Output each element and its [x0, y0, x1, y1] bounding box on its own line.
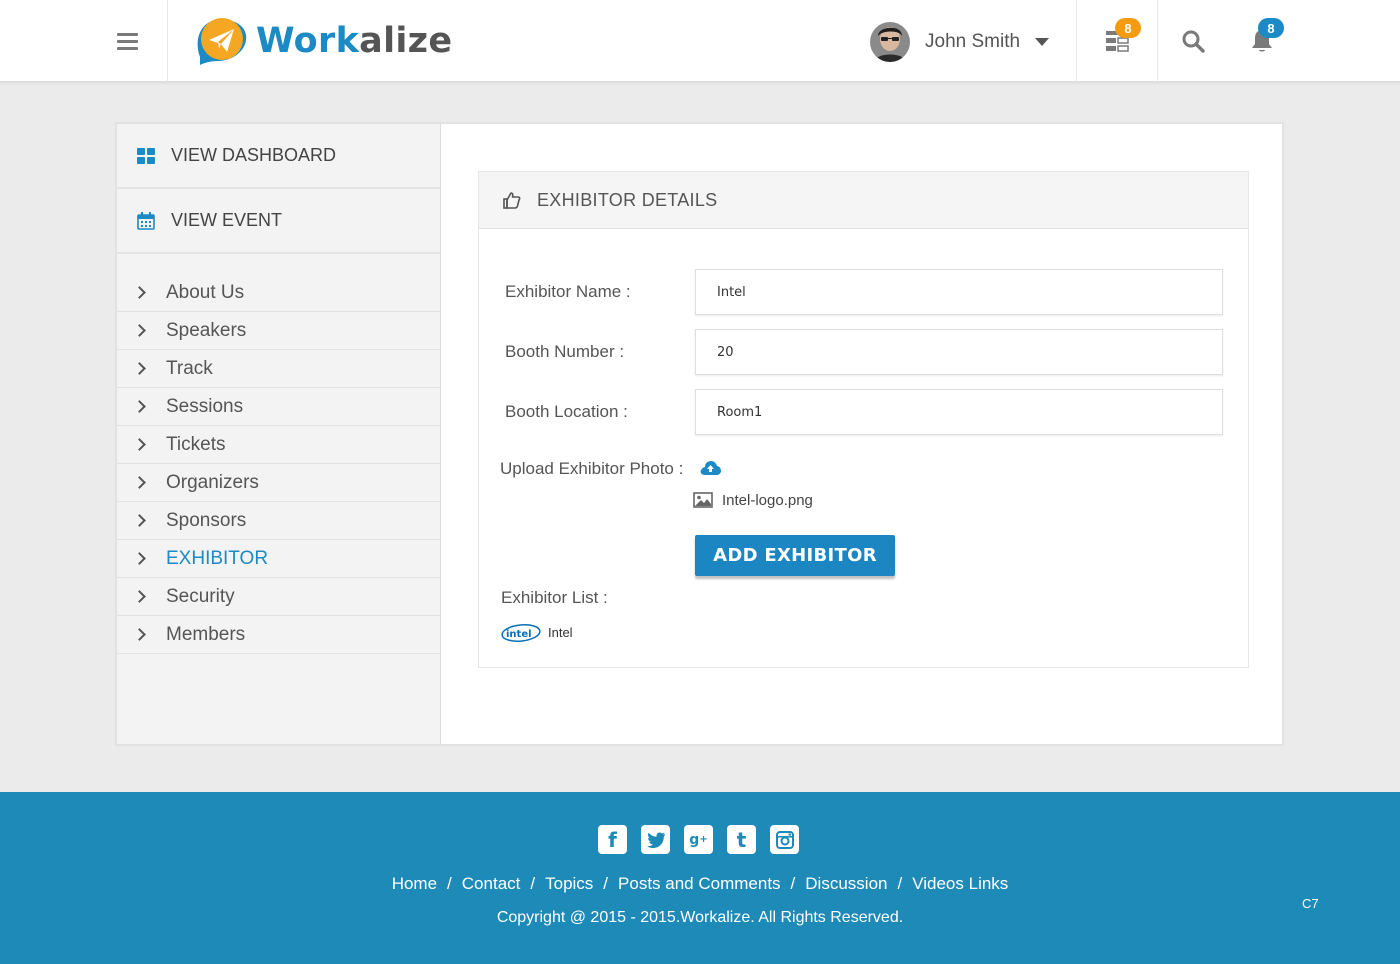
sidebar: VIEW DASHBOARD VIEW EVENT About Us Speak…	[117, 124, 441, 744]
chevron-right-icon	[133, 324, 146, 337]
sidebar-item-organizers[interactable]: Organizers	[117, 464, 440, 502]
menu-toggle-button[interactable]	[88, 0, 168, 82]
chevron-right-icon	[133, 628, 146, 641]
list-item[interactable]: intel Intel	[501, 622, 573, 642]
paper-plane-logo-icon	[194, 17, 250, 65]
chevron-right-icon	[133, 438, 146, 451]
tumblr-icon[interactable]: t	[727, 825, 756, 854]
sidebar-item-label: About Us	[166, 281, 245, 303]
sidebar-item-label: Security	[166, 585, 235, 607]
social-links: f g + t	[598, 825, 813, 854]
panel-header: EXHIBITOR DETAILS	[479, 172, 1248, 229]
calendar-icon	[137, 211, 155, 230]
copyright-text: Copyright @ 2015 - 2015.Workalize. All R…	[496, 909, 904, 926]
booth-number-input[interactable]	[695, 329, 1223, 375]
top-header: Workalize John Smith 8 8	[0, 0, 1400, 82]
sidebar-item-label: Sponsors	[166, 509, 247, 531]
footer-links: Home / Contact / Topics / Posts and Comments / D…	[391, 874, 1009, 893]
user-name: John Smith	[925, 31, 1021, 52]
footer-link-contact[interactable]: Contact	[462, 874, 521, 893]
sidebar-item-track[interactable]: Track	[117, 350, 440, 388]
notifications-badge: 8	[1258, 18, 1284, 38]
sidebar-item-label: Members	[166, 623, 246, 645]
sidebar-item-label: EXHIBITOR	[166, 547, 269, 569]
sidebar-view-event-label: VIEW EVENT	[171, 210, 283, 230]
sidebar-item-tickets[interactable]: Tickets	[117, 426, 440, 464]
sidebar-item-security[interactable]: Security	[117, 578, 440, 616]
sidebar-item-label: Sessions	[166, 395, 244, 417]
exhibitor-name-label: Exhibitor Name :	[505, 282, 631, 301]
footer-link-home[interactable]: Home	[392, 874, 437, 893]
notifications-button[interactable]: 8	[1227, 0, 1297, 82]
version-label: C7	[1302, 896, 1319, 911]
chevron-right-icon	[133, 590, 146, 603]
facebook-icon[interactable]: f	[598, 825, 627, 854]
image-file-icon	[693, 492, 713, 508]
footer-link-discussion[interactable]: Discussion	[805, 874, 887, 893]
google-plus-icon[interactable]: g +	[684, 825, 713, 854]
chevron-right-icon	[133, 514, 146, 527]
dashboard-icon	[137, 147, 155, 164]
sidebar-item-speakers[interactable]: Speakers	[117, 312, 440, 350]
cloud-upload-icon[interactable]	[700, 460, 721, 476]
sidebar-nav-list: About Us Speakers Track Sessions Tickets…	[117, 274, 440, 654]
sidebar-item-exhibitor[interactable]: EXHIBITOR	[117, 540, 440, 578]
footer-link-posts-and-comments[interactable]: Posts and Comments	[618, 874, 781, 893]
tasks-badge: 8	[1115, 18, 1141, 38]
intel-logo-icon: intel	[501, 624, 541, 642]
uploaded-file-name: Intel-logo.png	[722, 492, 813, 509]
chevron-right-icon	[133, 286, 146, 299]
avatar	[870, 22, 910, 62]
logo-text: Workalize	[256, 21, 453, 61]
chevron-right-icon	[133, 400, 146, 413]
user-menu[interactable]: John Smith	[870, 22, 1050, 62]
sidebar-item-label: Tickets	[166, 433, 226, 455]
footer-link-topics[interactable]: Topics	[545, 874, 593, 893]
sidebar-item-label: Organizers	[166, 471, 259, 493]
sidebar-item-sponsors[interactable]: Sponsors	[117, 502, 440, 540]
instagram-icon[interactable]	[770, 825, 799, 854]
sidebar-item-label: Track	[166, 357, 213, 379]
booth-location-input[interactable]	[695, 389, 1223, 435]
sidebar-item-members[interactable]: Members	[117, 616, 440, 654]
sidebar-view-dashboard-label: VIEW DASHBOARD	[171, 145, 337, 165]
booth-number-label: Booth Number :	[505, 342, 625, 361]
svg-text:intel: intel	[506, 629, 532, 640]
exhibitor-list-label: Exhibitor List :	[501, 588, 608, 607]
chevron-right-icon	[133, 362, 146, 375]
sidebar-item-sessions[interactable]: Sessions	[117, 388, 440, 426]
exhibitor-details-panel: EXHIBITOR DETAILS Exhibitor Name : Booth…	[478, 171, 1249, 668]
search-button[interactable]	[1157, 0, 1227, 82]
hamburger-icon	[117, 31, 138, 52]
app-logo[interactable]: Workalize	[194, 16, 452, 66]
sidebar-item-about-us[interactable]: About Us	[117, 274, 440, 312]
sidebar-view-dashboard[interactable]: VIEW DASHBOARD	[117, 124, 440, 189]
tasks-button[interactable]: 8	[1076, 0, 1157, 82]
main-card: VIEW DASHBOARD VIEW EVENT About Us Speak…	[115, 122, 1284, 746]
add-exhibitor-button[interactable]: ADD EXHIBITOR	[695, 535, 895, 576]
panel-title: EXHIBITOR DETAILS	[537, 189, 718, 210]
chevron-down-icon	[1035, 38, 1050, 46]
thumbs-up-icon	[503, 192, 521, 209]
twitter-icon[interactable]	[641, 825, 670, 854]
exhibitor-list-name: Intel	[548, 624, 573, 640]
chevron-right-icon	[133, 552, 146, 565]
search-icon	[1182, 30, 1205, 53]
footer: f g + t Home / Contact / Topics / Posts and Com…	[0, 792, 1400, 964]
sidebar-item-label: Speakers	[166, 319, 247, 341]
exhibitor-name-input[interactable]	[695, 269, 1223, 315]
chevron-right-icon	[133, 476, 146, 489]
upload-photo-label: Upload Exhibitor Photo :	[500, 459, 684, 478]
footer-link-videos-links[interactable]: Videos Links	[912, 874, 1008, 893]
sidebar-view-event[interactable]: VIEW EVENT	[117, 189, 440, 254]
booth-location-label: Booth Location :	[505, 402, 628, 421]
